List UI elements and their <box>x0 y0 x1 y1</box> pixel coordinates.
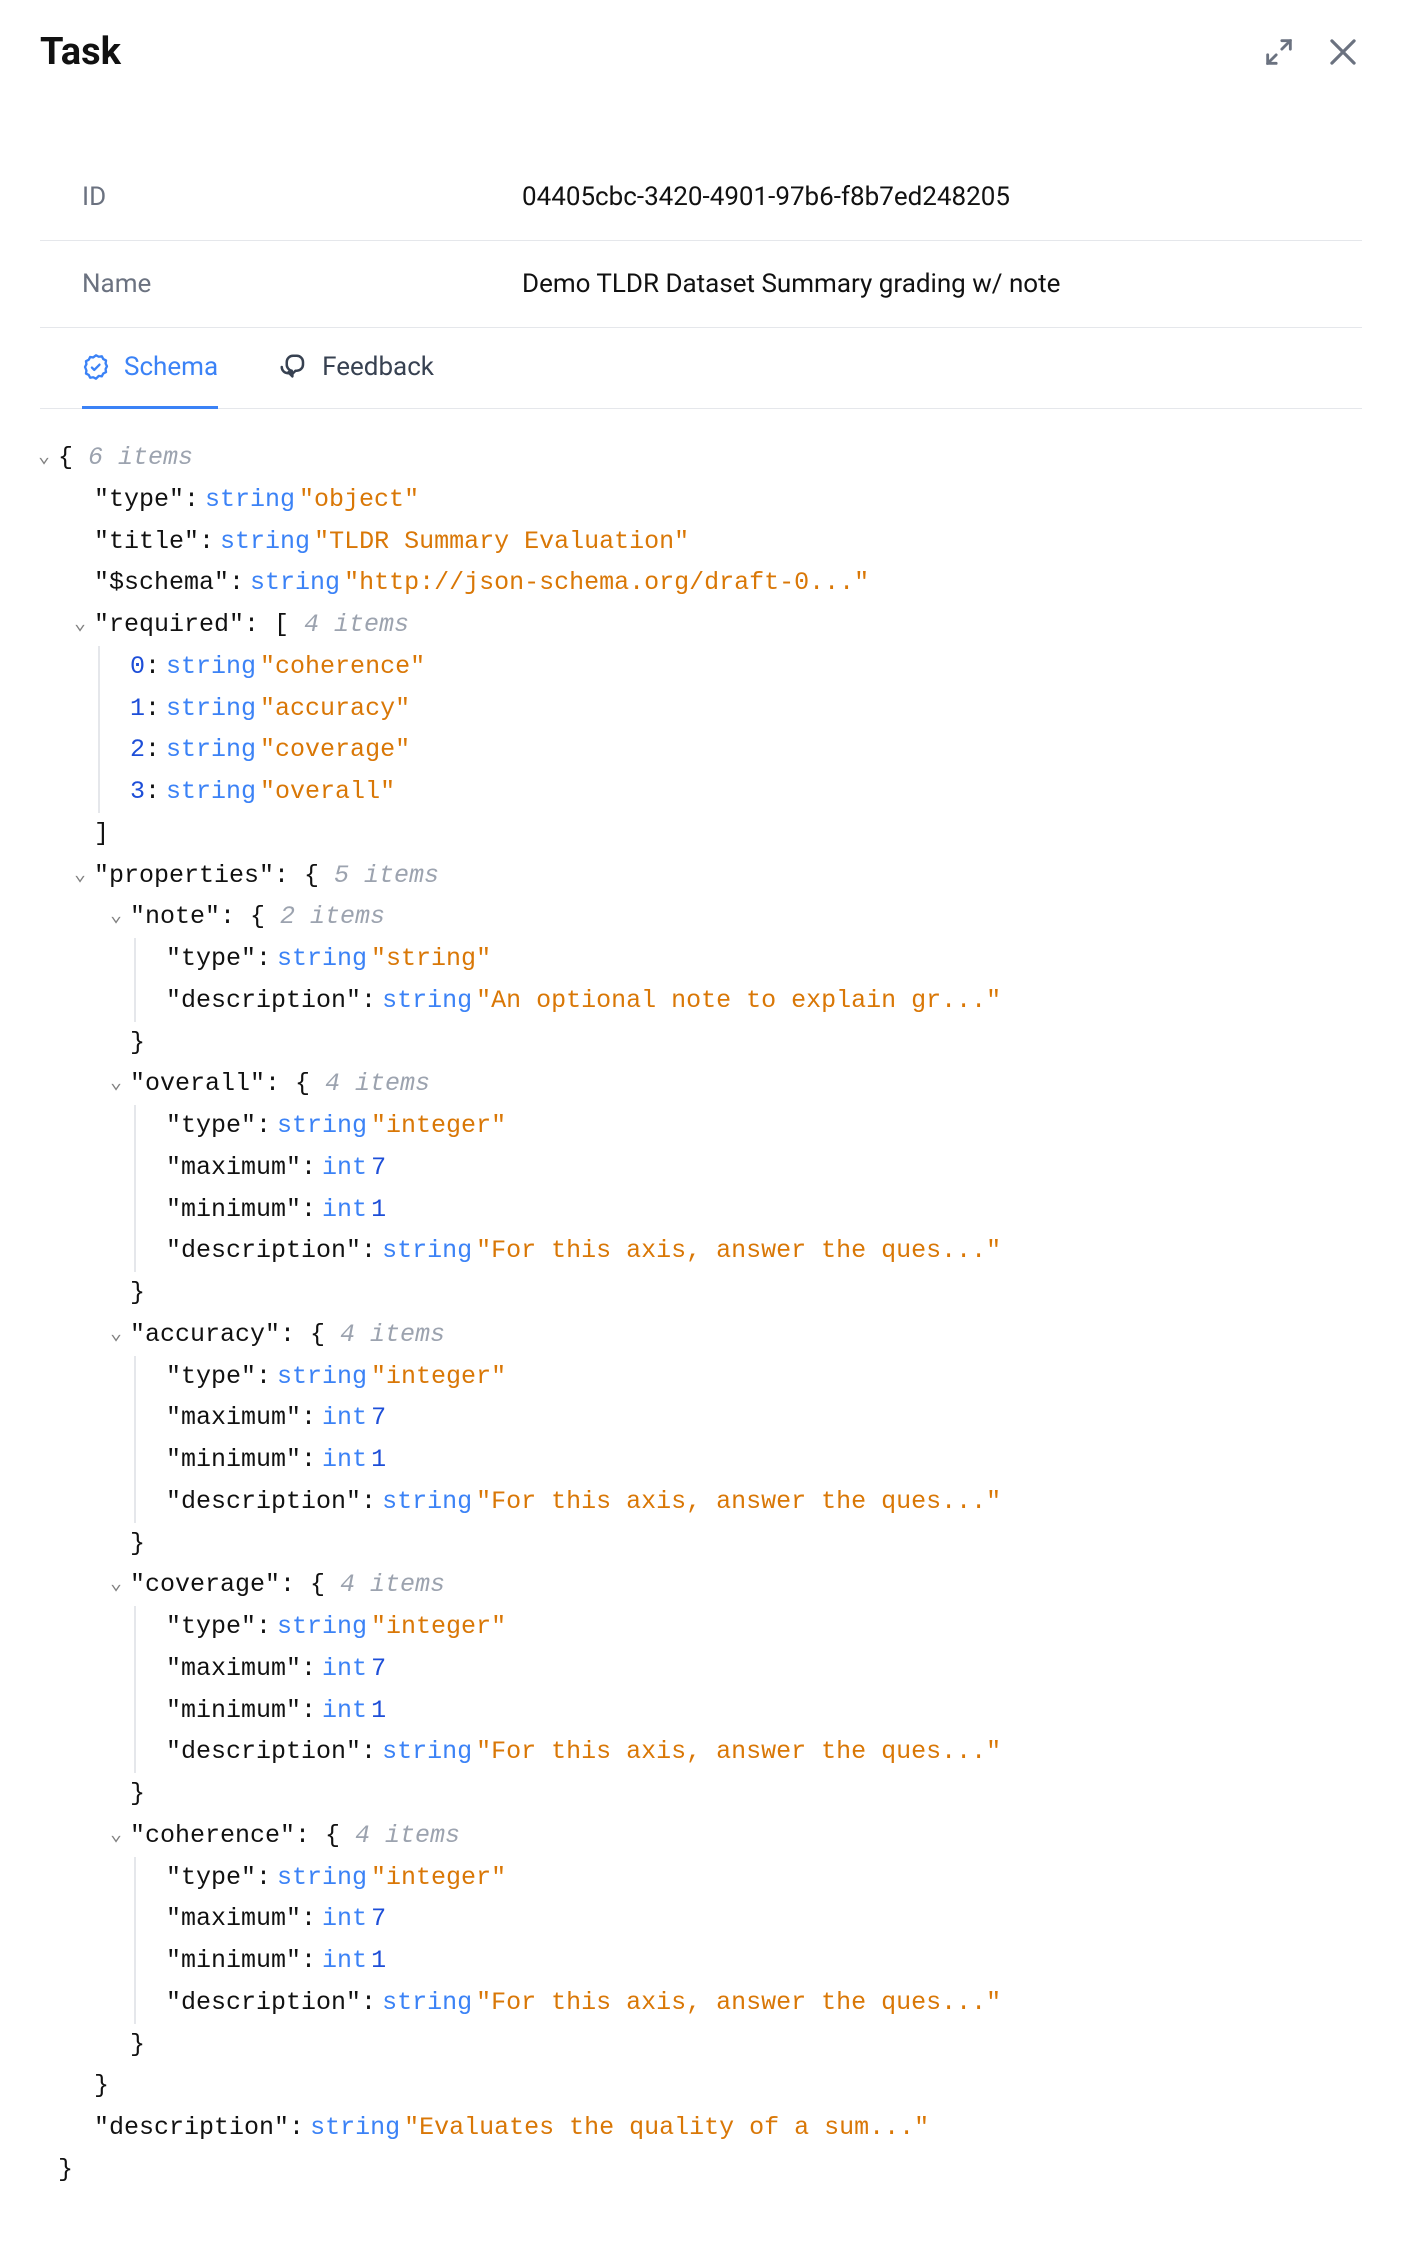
json-pair[interactable]: "minimum":int1 <box>166 1189 1344 1231</box>
toggle-icon[interactable] <box>110 1320 130 1353</box>
tabs: Schema Feedback <box>40 328 1362 409</box>
schema-json-tree: { 6 items "type":string"object" "title":… <box>40 409 1362 2231</box>
toggle-icon[interactable] <box>110 1570 130 1603</box>
id-value: 04405cbc-3420-4901-97b6-f8b7ed248205 <box>522 182 1010 212</box>
json-pair[interactable]: "description":string"An optional note to… <box>166 980 1344 1022</box>
json-pair[interactable]: "description":string"For this axis, answ… <box>166 1230 1344 1272</box>
name-label: Name <box>82 269 522 299</box>
tab-schema-label: Schema <box>124 352 218 382</box>
id-label: ID <box>82 182 522 212</box>
json-pair[interactable]: "type":string"string" <box>166 938 1344 980</box>
toggle-icon[interactable] <box>38 443 58 476</box>
item-count: 6 items <box>88 443 193 472</box>
name-value: Demo TLDR Dataset Summary grading w/ not… <box>522 269 1060 299</box>
json-array-item[interactable]: 3:string"overall" <box>130 771 1344 813</box>
tab-schema[interactable]: Schema <box>82 352 218 409</box>
task-panel: Task ID 04405cbc-3420-4901-97b6-f8b7ed24… <box>0 0 1402 2261</box>
toggle-icon[interactable] <box>74 861 94 894</box>
json-pair[interactable]: "maximum":int7 <box>166 1147 1344 1189</box>
json-pair[interactable]: "type":string"integer" <box>166 1857 1344 1899</box>
json-pair[interactable]: "description":string"Evaluates the quali… <box>58 2107 1344 2149</box>
json-pair[interactable]: "maximum":int7 <box>166 1898 1344 1940</box>
json-pair[interactable]: "minimum":int1 <box>166 1439 1344 1481</box>
close-icon[interactable] <box>1324 33 1362 71</box>
json-array-item[interactable]: 2:string"coverage" <box>130 729 1344 771</box>
tab-feedback-label: Feedback <box>322 352 434 382</box>
json-pair[interactable]: "minimum":int1 <box>166 1940 1344 1982</box>
json-pair[interactable]: "description":string"For this axis, answ… <box>166 1731 1344 1773</box>
json-pair[interactable]: "type":string"object" <box>58 479 1344 521</box>
json-pair[interactable]: "$schema":string"http://json-schema.org/… <box>58 562 1344 604</box>
json-pair[interactable]: "minimum":int1 <box>166 1690 1344 1732</box>
json-pair[interactable]: "title":string"TLDR Summary Evaluation" <box>58 521 1344 563</box>
json-pair[interactable]: "type":string"integer" <box>166 1105 1344 1147</box>
toggle-icon[interactable] <box>74 610 94 643</box>
info-row-name: Name Demo TLDR Dataset Summary grading w… <box>40 241 1362 328</box>
panel-header: Task <box>40 30 1362 154</box>
header-actions <box>1262 33 1362 71</box>
json-array-item[interactable]: 1:string"accuracy" <box>130 688 1344 730</box>
json-pair[interactable]: "type":string"integer" <box>166 1356 1344 1398</box>
toggle-icon[interactable] <box>110 1821 130 1854</box>
json-array-item[interactable]: 0:string"coherence" <box>130 646 1344 688</box>
json-pair[interactable]: "maximum":int7 <box>166 1397 1344 1439</box>
info-row-id: ID 04405cbc-3420-4901-97b6-f8b7ed248205 <box>40 154 1362 241</box>
json-pair[interactable]: "description":string"For this axis, answ… <box>166 1481 1344 1523</box>
tab-feedback[interactable]: Feedback <box>278 352 434 409</box>
json-pair[interactable]: "maximum":int7 <box>166 1648 1344 1690</box>
check-badge-icon <box>82 353 110 381</box>
json-pair[interactable]: "type":string"integer" <box>166 1606 1344 1648</box>
chat-icon <box>278 352 308 382</box>
json-pair[interactable]: "description":string"For this axis, answ… <box>166 1982 1344 2024</box>
toggle-icon[interactable] <box>110 1069 130 1102</box>
toggle-icon[interactable] <box>110 902 130 935</box>
expand-icon[interactable] <box>1262 35 1296 69</box>
page-title: Task <box>40 30 121 74</box>
